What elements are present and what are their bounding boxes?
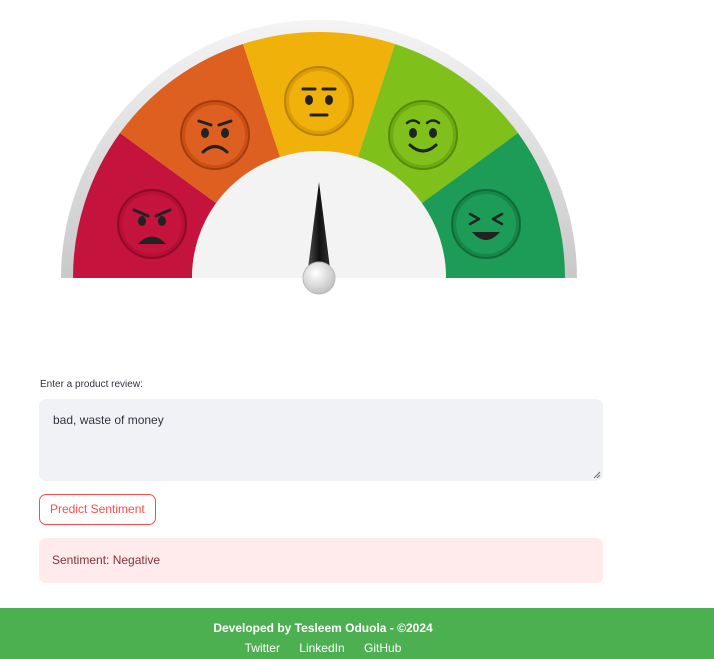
- footer: Developed by Tesleem Oduola - ©2024 Twit…: [0, 608, 714, 659]
- frowning-face-icon: [180, 100, 250, 170]
- sentiment-result-alert: Sentiment: Negative: [39, 538, 603, 583]
- github-link[interactable]: GitHub: [364, 641, 401, 655]
- review-textarea[interactable]: bad, waste of money: [39, 399, 603, 481]
- footer-credit: Developed by Tesleem Oduola - ©2024: [213, 621, 433, 635]
- sentiment-result-text: Sentiment: Negative: [52, 553, 161, 567]
- review-text: bad, waste of money: [53, 413, 164, 427]
- predict-sentiment-button[interactable]: Predict Sentiment: [39, 494, 156, 525]
- gauge-needle-cap: [302, 261, 336, 295]
- grinning-face-icon: [451, 189, 521, 259]
- linkedin-link[interactable]: LinkedIn: [299, 641, 344, 655]
- twitter-link[interactable]: Twitter: [245, 641, 280, 655]
- smiling-face-icon: [388, 100, 458, 170]
- angry-face-icon: [117, 189, 187, 259]
- review-input-label: Enter a product review:: [40, 379, 143, 390]
- resize-handle-icon[interactable]: [593, 471, 601, 479]
- neutral-face-icon: [284, 66, 354, 136]
- footer-links: Twitter LinkedIn GitHub: [0, 641, 646, 655]
- sentiment-gauge: [59, 18, 579, 300]
